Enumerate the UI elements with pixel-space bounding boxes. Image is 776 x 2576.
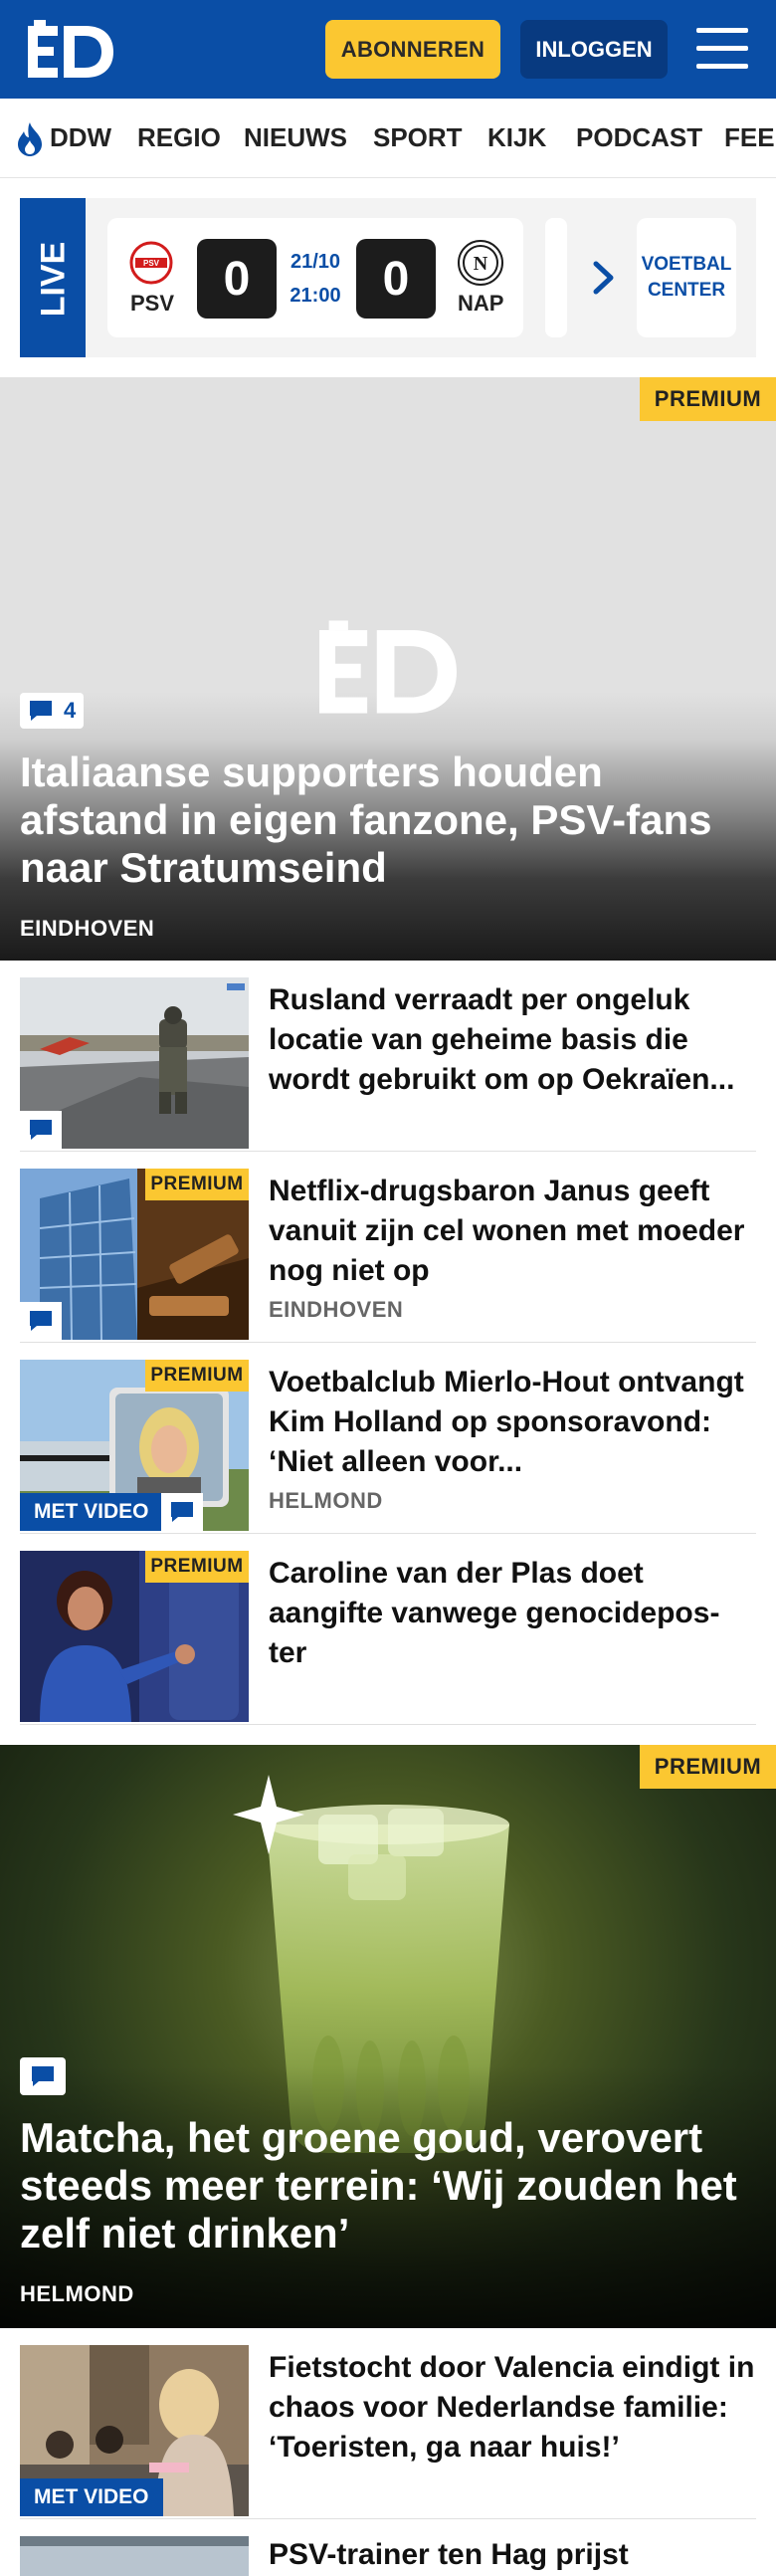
nav-item-feed[interactable]: FEE (724, 122, 775, 153)
comment-icon (171, 1502, 193, 1522)
menu-icon[interactable] (696, 26, 748, 72)
home-team-name: PSV (130, 291, 175, 316)
svg-text:N: N (474, 253, 488, 275)
article-thumbnail: PREMIUM (20, 1551, 249, 1722)
video-badge: MET VIDEO (20, 1493, 163, 1531)
napoli-logo-icon: N (458, 240, 503, 286)
premium-badge: PREMIUM (145, 1169, 249, 1200)
premium-badge: PREMIUM (640, 377, 776, 421)
ed-logo[interactable] (28, 20, 113, 78)
login-button[interactable]: INLOGGEN (520, 20, 668, 79)
hero-article[interactable]: PREMIUM 4 Italiaanse supporters houden a… (0, 377, 776, 961)
hero-title[interactable]: Italiaanse supporters houden afstand in … (20, 749, 756, 892)
article-thumbnail: PREMIUM (20, 1169, 249, 1340)
article-thumbnail (20, 977, 249, 1149)
list-item[interactable]: MET VIDEO Fietstocht door Valencia eindi… (20, 2328, 756, 2519)
comment-icon-badge[interactable] (20, 1302, 62, 1340)
premium-badge: PREMIUM (145, 1551, 249, 1583)
premium-badge: PREMIUM (640, 1745, 776, 1789)
match-datetime: 21/10 21:00 (290, 251, 341, 307)
list-item[interactable]: PREMIUM Caroline van der Plas doet aangi… (20, 1534, 756, 1725)
home-score: 0 (197, 239, 277, 319)
hero2-location: HELMOND (20, 2281, 134, 2306)
article-thumbnail: MET VIDEO (20, 2345, 249, 2516)
hero-location: EINDHOVEN (20, 916, 155, 941)
main-nav: DDW REGIO NIEUWS SPORT KIJK PODCAST FEE (0, 99, 776, 178)
nav-item-kijk[interactable]: KIJK (487, 122, 546, 153)
voetbal-center-link[interactable]: VOETBAL CENTER (637, 218, 736, 337)
away-score: 0 (356, 239, 436, 319)
article-title[interactable]: PSV-trainer ten Hag prijst (269, 2535, 756, 2575)
nav-item-regio[interactable]: REGIO (137, 122, 221, 153)
article-title[interactable]: Fietstocht door Valencia eindigt in chao… (269, 2348, 756, 2468)
article-thumbnail: PREMIUM MET VIDEO (20, 1360, 249, 1531)
live-label: LIVE (20, 198, 86, 357)
flame-icon (18, 122, 42, 156)
comment-icon (30, 1311, 52, 1331)
article-title[interactable]: Rusland verraadt per ongeluk locatie van… (269, 980, 756, 1100)
list-item[interactable]: PREMIUM MET VIDEO Voetbalclub Mierlo-Hou… (20, 1343, 756, 1534)
svg-text:PSV: PSV (143, 259, 160, 268)
article-title[interactable]: Netflix-drugsbaron Janus geeft vanuit zi… (269, 1172, 756, 1291)
hero-article-matcha[interactable]: PREMIUM Matcha, het groene goud, verover… (0, 1745, 776, 2328)
comment-icon (30, 1120, 52, 1140)
article-thumbnail (20, 2536, 249, 2576)
list-item[interactable]: Rusland verraadt per ongeluk locatie van… (20, 961, 756, 1152)
comment-icon-badge[interactable] (20, 1111, 62, 1149)
article-location: HELMOND (269, 1488, 383, 1513)
ed-placeholder-logo (319, 620, 457, 714)
away-team-name: NAP (458, 291, 504, 316)
comment-icon (30, 701, 52, 721)
hero2-title[interactable]: Matcha, het groene goud, verovert steeds… (20, 2114, 756, 2257)
article-title[interactable]: Voetbalclub Mierlo-Hout ontvangt Kim Hol… (269, 1363, 756, 1482)
chevron-right-icon[interactable] (589, 261, 619, 295)
next-match-card[interactable] (545, 218, 567, 337)
nav-item-sport[interactable]: SPORT (373, 122, 463, 153)
article-title[interactable]: Caroline van der Plas doet aangifte vanw… (269, 1554, 756, 1673)
comment-icon (32, 2066, 54, 2086)
video-badge: MET VIDEO (20, 2478, 163, 2516)
list-item[interactable]: PREMIUM Netflix-drugsbaron Janus geeft v… (20, 1152, 756, 1343)
nav-item-ddw[interactable]: DDW (50, 122, 111, 153)
nav-item-nieuws[interactable]: NIEUWS (244, 122, 347, 153)
premium-badge: PREMIUM (145, 1360, 249, 1392)
comment-count-badge[interactable]: 4 (20, 693, 85, 729)
article-location: EINDHOVEN (269, 1297, 404, 1322)
subscribe-button[interactable]: ABONNEREN (325, 20, 500, 79)
comment-icon-badge[interactable] (20, 2057, 66, 2095)
nav-item-podcast[interactable]: PODCAST (576, 122, 702, 153)
list-item[interactable]: PSV-trainer ten Hag prijst (20, 2519, 756, 2576)
psv-logo-icon: PSV (129, 241, 173, 285)
site-header: ABONNEREN INLOGGEN (0, 0, 776, 99)
comment-icon-badge[interactable] (161, 1493, 203, 1531)
